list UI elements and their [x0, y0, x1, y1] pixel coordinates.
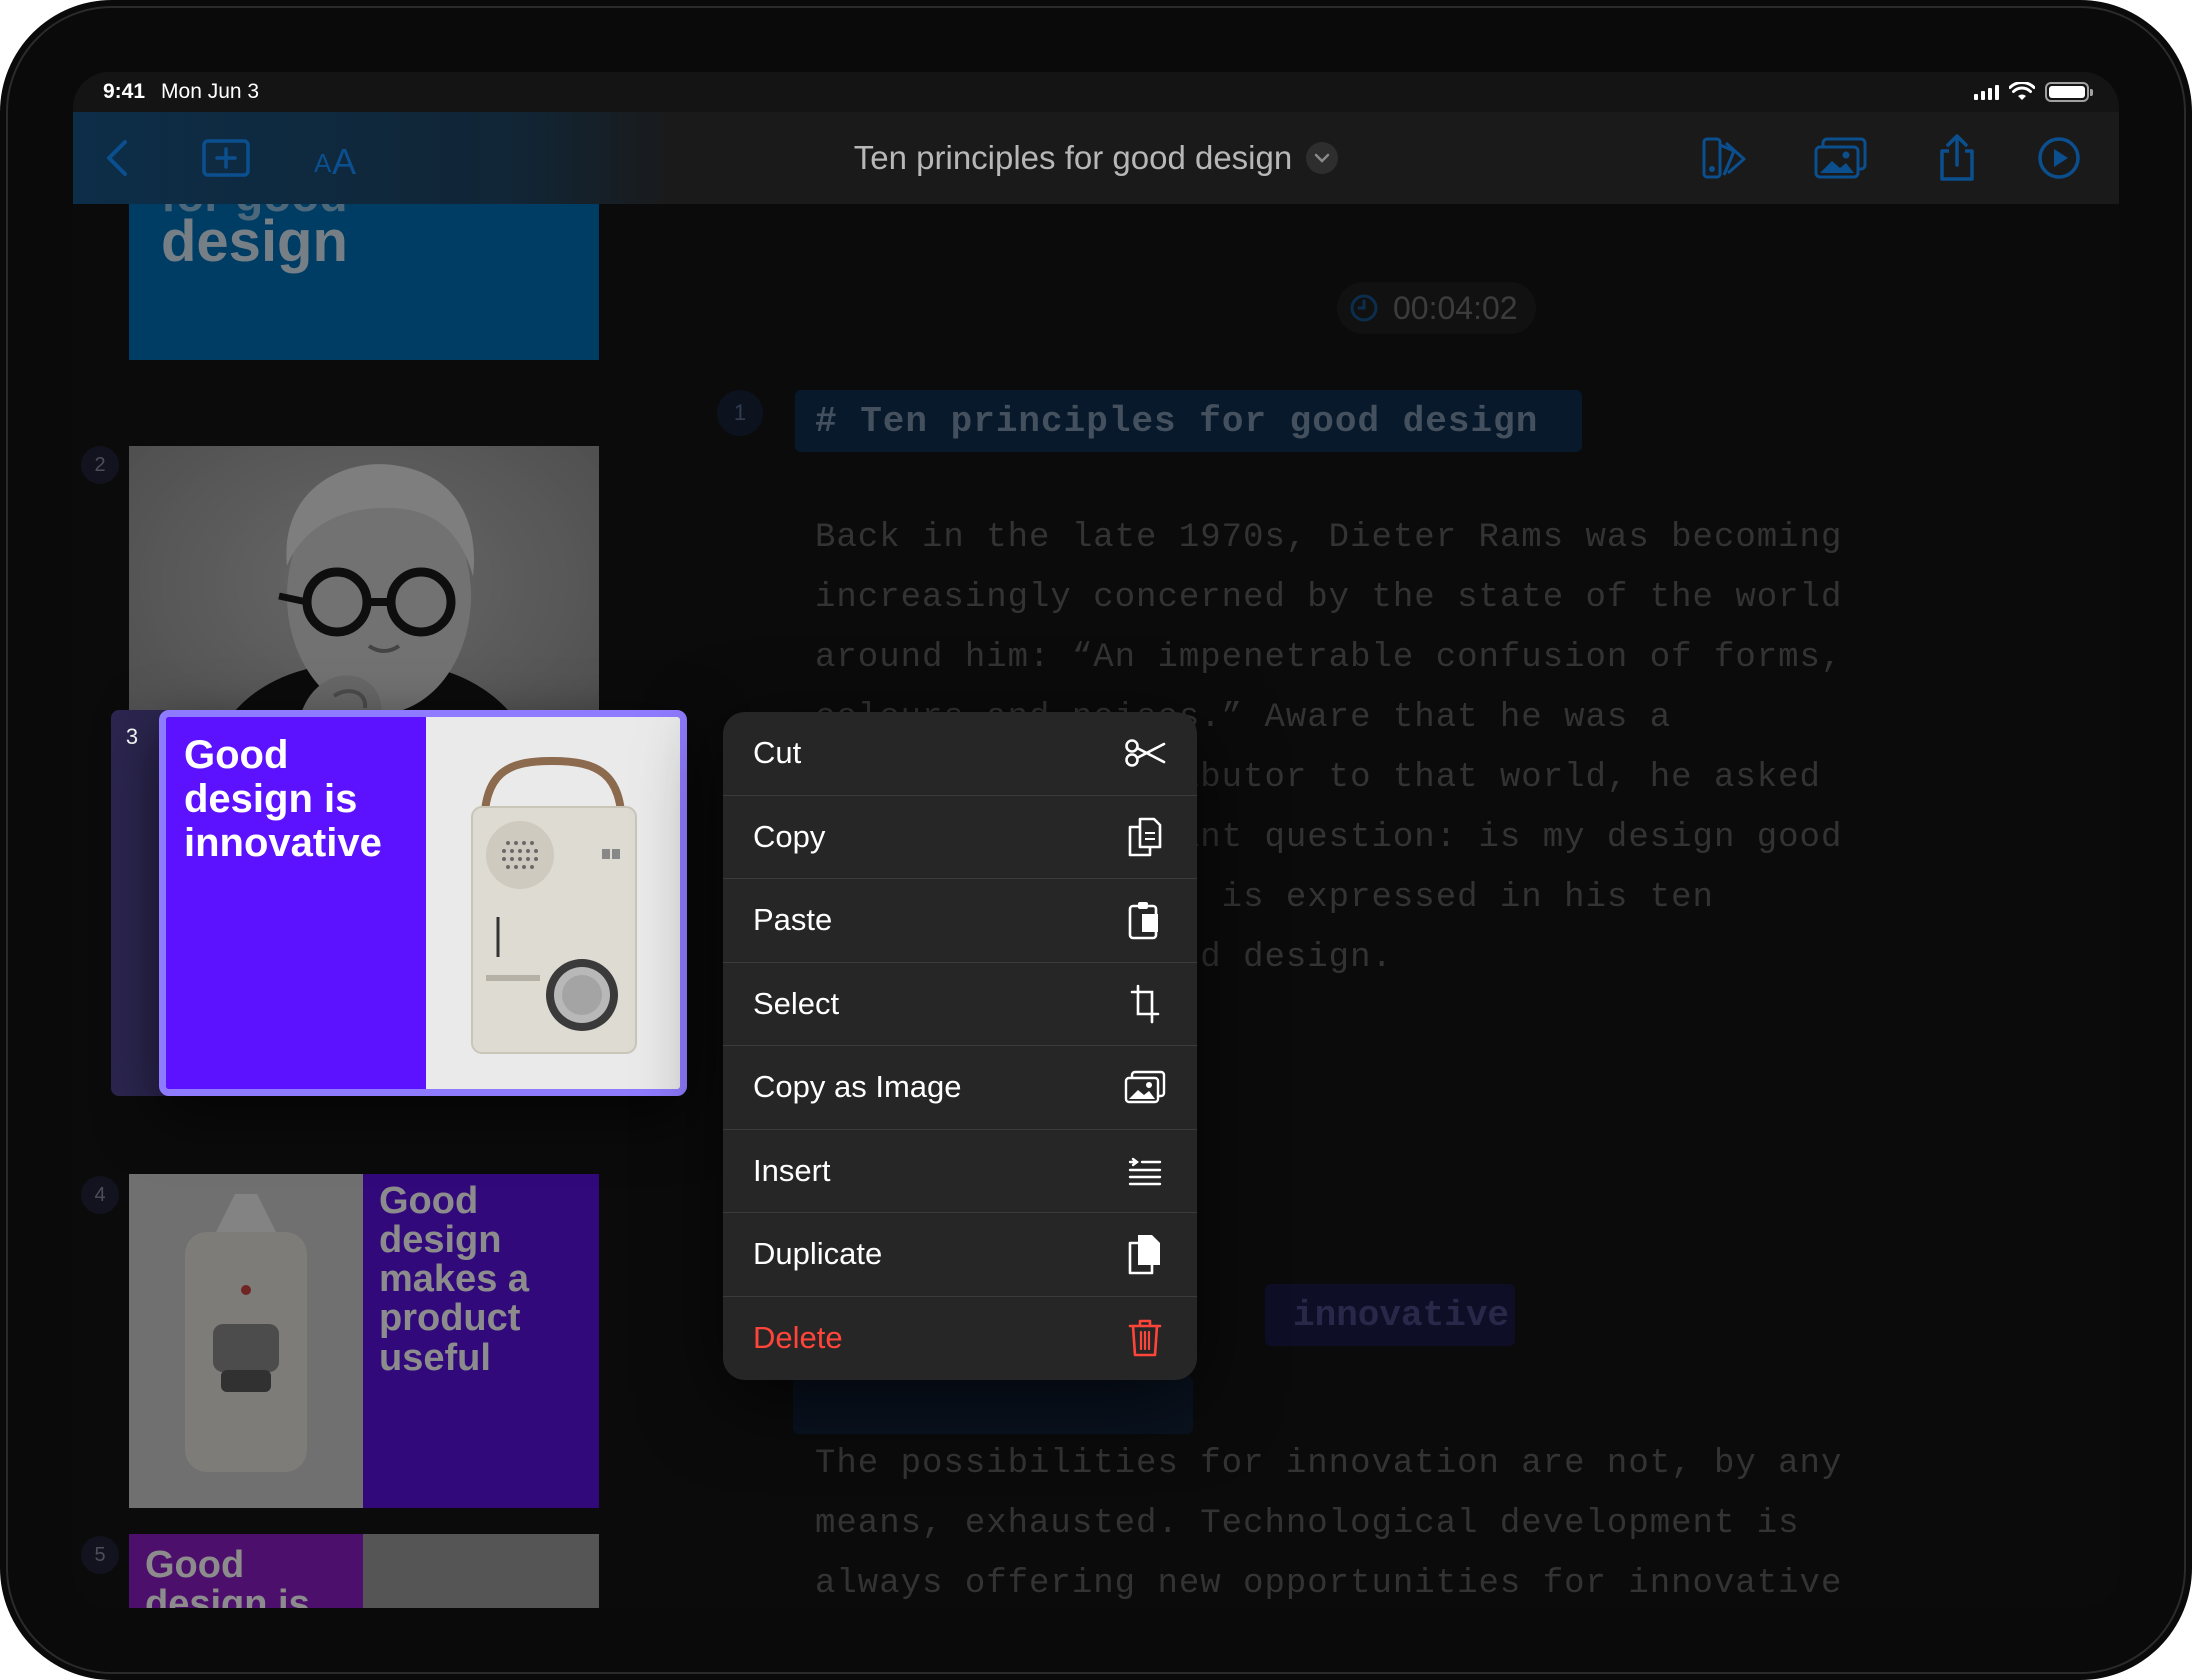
status-time: 9:41 — [103, 80, 146, 103]
play-icon[interactable] — [2035, 132, 2083, 184]
menu-item-label: Delete — [753, 1320, 843, 1356]
menu-item-label: Insert — [753, 1152, 831, 1188]
slide-thumbnail-3[interactable]: Good design is innovative — [159, 710, 687, 1096]
ipad-device-frame: 9:41 Mon Jun 3 A A Ten principles for go… — [0, 0, 2192, 1680]
copy-icon — [1123, 815, 1167, 859]
menu-item-label: Copy — [753, 818, 826, 854]
back-chevron-icon[interactable] — [95, 132, 139, 184]
screen: 9:41 Mon Jun 3 A A Ten principles for go… — [73, 72, 2119, 1608]
title-menu-chevron-icon[interactable] — [1306, 142, 1339, 174]
menu-item-cut[interactable]: Cut — [723, 712, 1197, 796]
media-icon[interactable] — [1813, 132, 1869, 184]
menu-item-label: Copy as Image — [753, 1069, 962, 1105]
status-bar: 9:41 Mon Jun 3 — [73, 72, 2119, 112]
theme-icon[interactable] — [1699, 132, 1751, 184]
menu-item-copy-as-image[interactable]: Copy as Image — [723, 1046, 1197, 1130]
slide-number-3: 3 — [125, 724, 139, 749]
menu-item-delete[interactable]: Delete — [723, 1297, 1197, 1381]
battery-icon — [2045, 82, 2093, 102]
menu-item-select[interactable]: Select — [723, 963, 1197, 1046]
paste-icon — [1123, 898, 1167, 942]
menu-item-insert[interactable]: Insert — [723, 1130, 1197, 1213]
menu-item-label: Cut — [753, 735, 802, 771]
duplicate-icon — [1123, 1232, 1167, 1276]
menu-item-duplicate[interactable]: Duplicate — [723, 1213, 1197, 1297]
share-icon[interactable] — [1935, 132, 1979, 184]
toolbar: A A Ten principles for good design — [73, 112, 2119, 204]
menu-item-label: Select — [753, 985, 840, 1021]
menu-item-label: Duplicate — [753, 1236, 883, 1272]
menu-item-copy[interactable]: Copy — [723, 796, 1197, 879]
menu-item-label: Paste — [753, 902, 833, 938]
wifi-icon — [2009, 82, 2035, 100]
document-title[interactable]: Ten principles for good design — [854, 139, 1292, 177]
select-icon — [1123, 982, 1167, 1026]
trash-icon — [1123, 1316, 1167, 1360]
menu-item-paste[interactable]: Paste — [723, 879, 1197, 963]
slide-3-text: Good design is innovative — [184, 733, 382, 865]
radio-product-photo — [426, 717, 680, 1089]
scissors-icon — [1123, 731, 1167, 775]
svg-text:A: A — [332, 141, 356, 178]
insert-icon — [1123, 1149, 1167, 1193]
status-date: Mon Jun 3 — [161, 80, 260, 103]
cellular-signal-icon — [1974, 84, 1999, 100]
image-copy-icon — [1123, 1065, 1167, 1109]
text-size-icon[interactable]: A A — [313, 132, 367, 184]
svg-text:A: A — [314, 148, 332, 178]
lifted-slide-3[interactable]: 3 Good design is innovative — [111, 710, 687, 1096]
add-slide-icon[interactable] — [199, 132, 253, 184]
context-menu: Cut Copy Paste Select Copy as Image Inse… — [723, 712, 1197, 1380]
